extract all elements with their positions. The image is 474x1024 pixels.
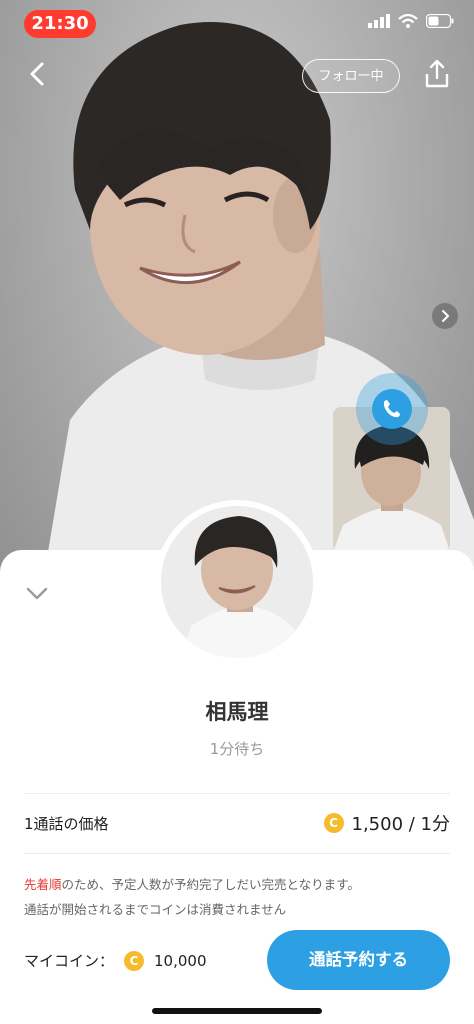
next-photo-button[interactable]	[432, 303, 458, 329]
profile-name: 相馬理	[205, 700, 269, 724]
phone-icon	[383, 400, 400, 418]
wifi-icon	[398, 14, 418, 28]
coin-icon: C	[323, 813, 344, 833]
status-time: 21:30	[24, 10, 96, 38]
divider	[24, 853, 450, 854]
avatar-image	[161, 506, 313, 658]
notice-highlight: 先着順	[24, 877, 62, 892]
call-button[interactable]	[372, 389, 412, 429]
signal-icon	[368, 14, 390, 28]
chevron-right-icon	[442, 310, 450, 322]
reserve-call-button[interactable]: 通話予約する	[267, 930, 450, 990]
notice-line-1-rest: のため、予定人数が予約完了しだい完売となります。	[61, 877, 360, 892]
share-icon[interactable]	[422, 58, 452, 90]
notice-line-1: 先着順のため、予定人数が予約完了しだい完売となります。	[24, 872, 454, 897]
status-icons	[368, 14, 454, 28]
home-indicator	[152, 1008, 322, 1014]
status-bar: 21:30	[0, 0, 474, 50]
my-coin-label: マイコイン：	[24, 952, 115, 970]
notice-text: 先着順のため、予定人数が予約完了しだい完売となります。 通話が開始されるまでコイ…	[24, 872, 454, 922]
price-value-row: C 1,500 / 1分	[323, 810, 451, 836]
avatar	[155, 500, 319, 664]
coin-icon: C	[124, 950, 145, 971]
my-coin-balance: 10,000	[154, 951, 207, 970]
price-value: 1,500 / 1分	[351, 814, 451, 835]
my-coin-row: マイコイン： C 10,000	[24, 950, 207, 971]
chevron-down-icon[interactable]	[24, 580, 50, 606]
back-button[interactable]	[22, 58, 54, 90]
divider	[24, 793, 450, 794]
wait-status: 1分待ち	[209, 740, 265, 758]
price-label: 1通話の価格	[24, 815, 109, 833]
battery-icon	[426, 14, 454, 28]
follow-button[interactable]: フォロー中	[302, 59, 400, 93]
notice-line-2: 通話が開始されるまでコインは消費されません	[24, 902, 287, 917]
